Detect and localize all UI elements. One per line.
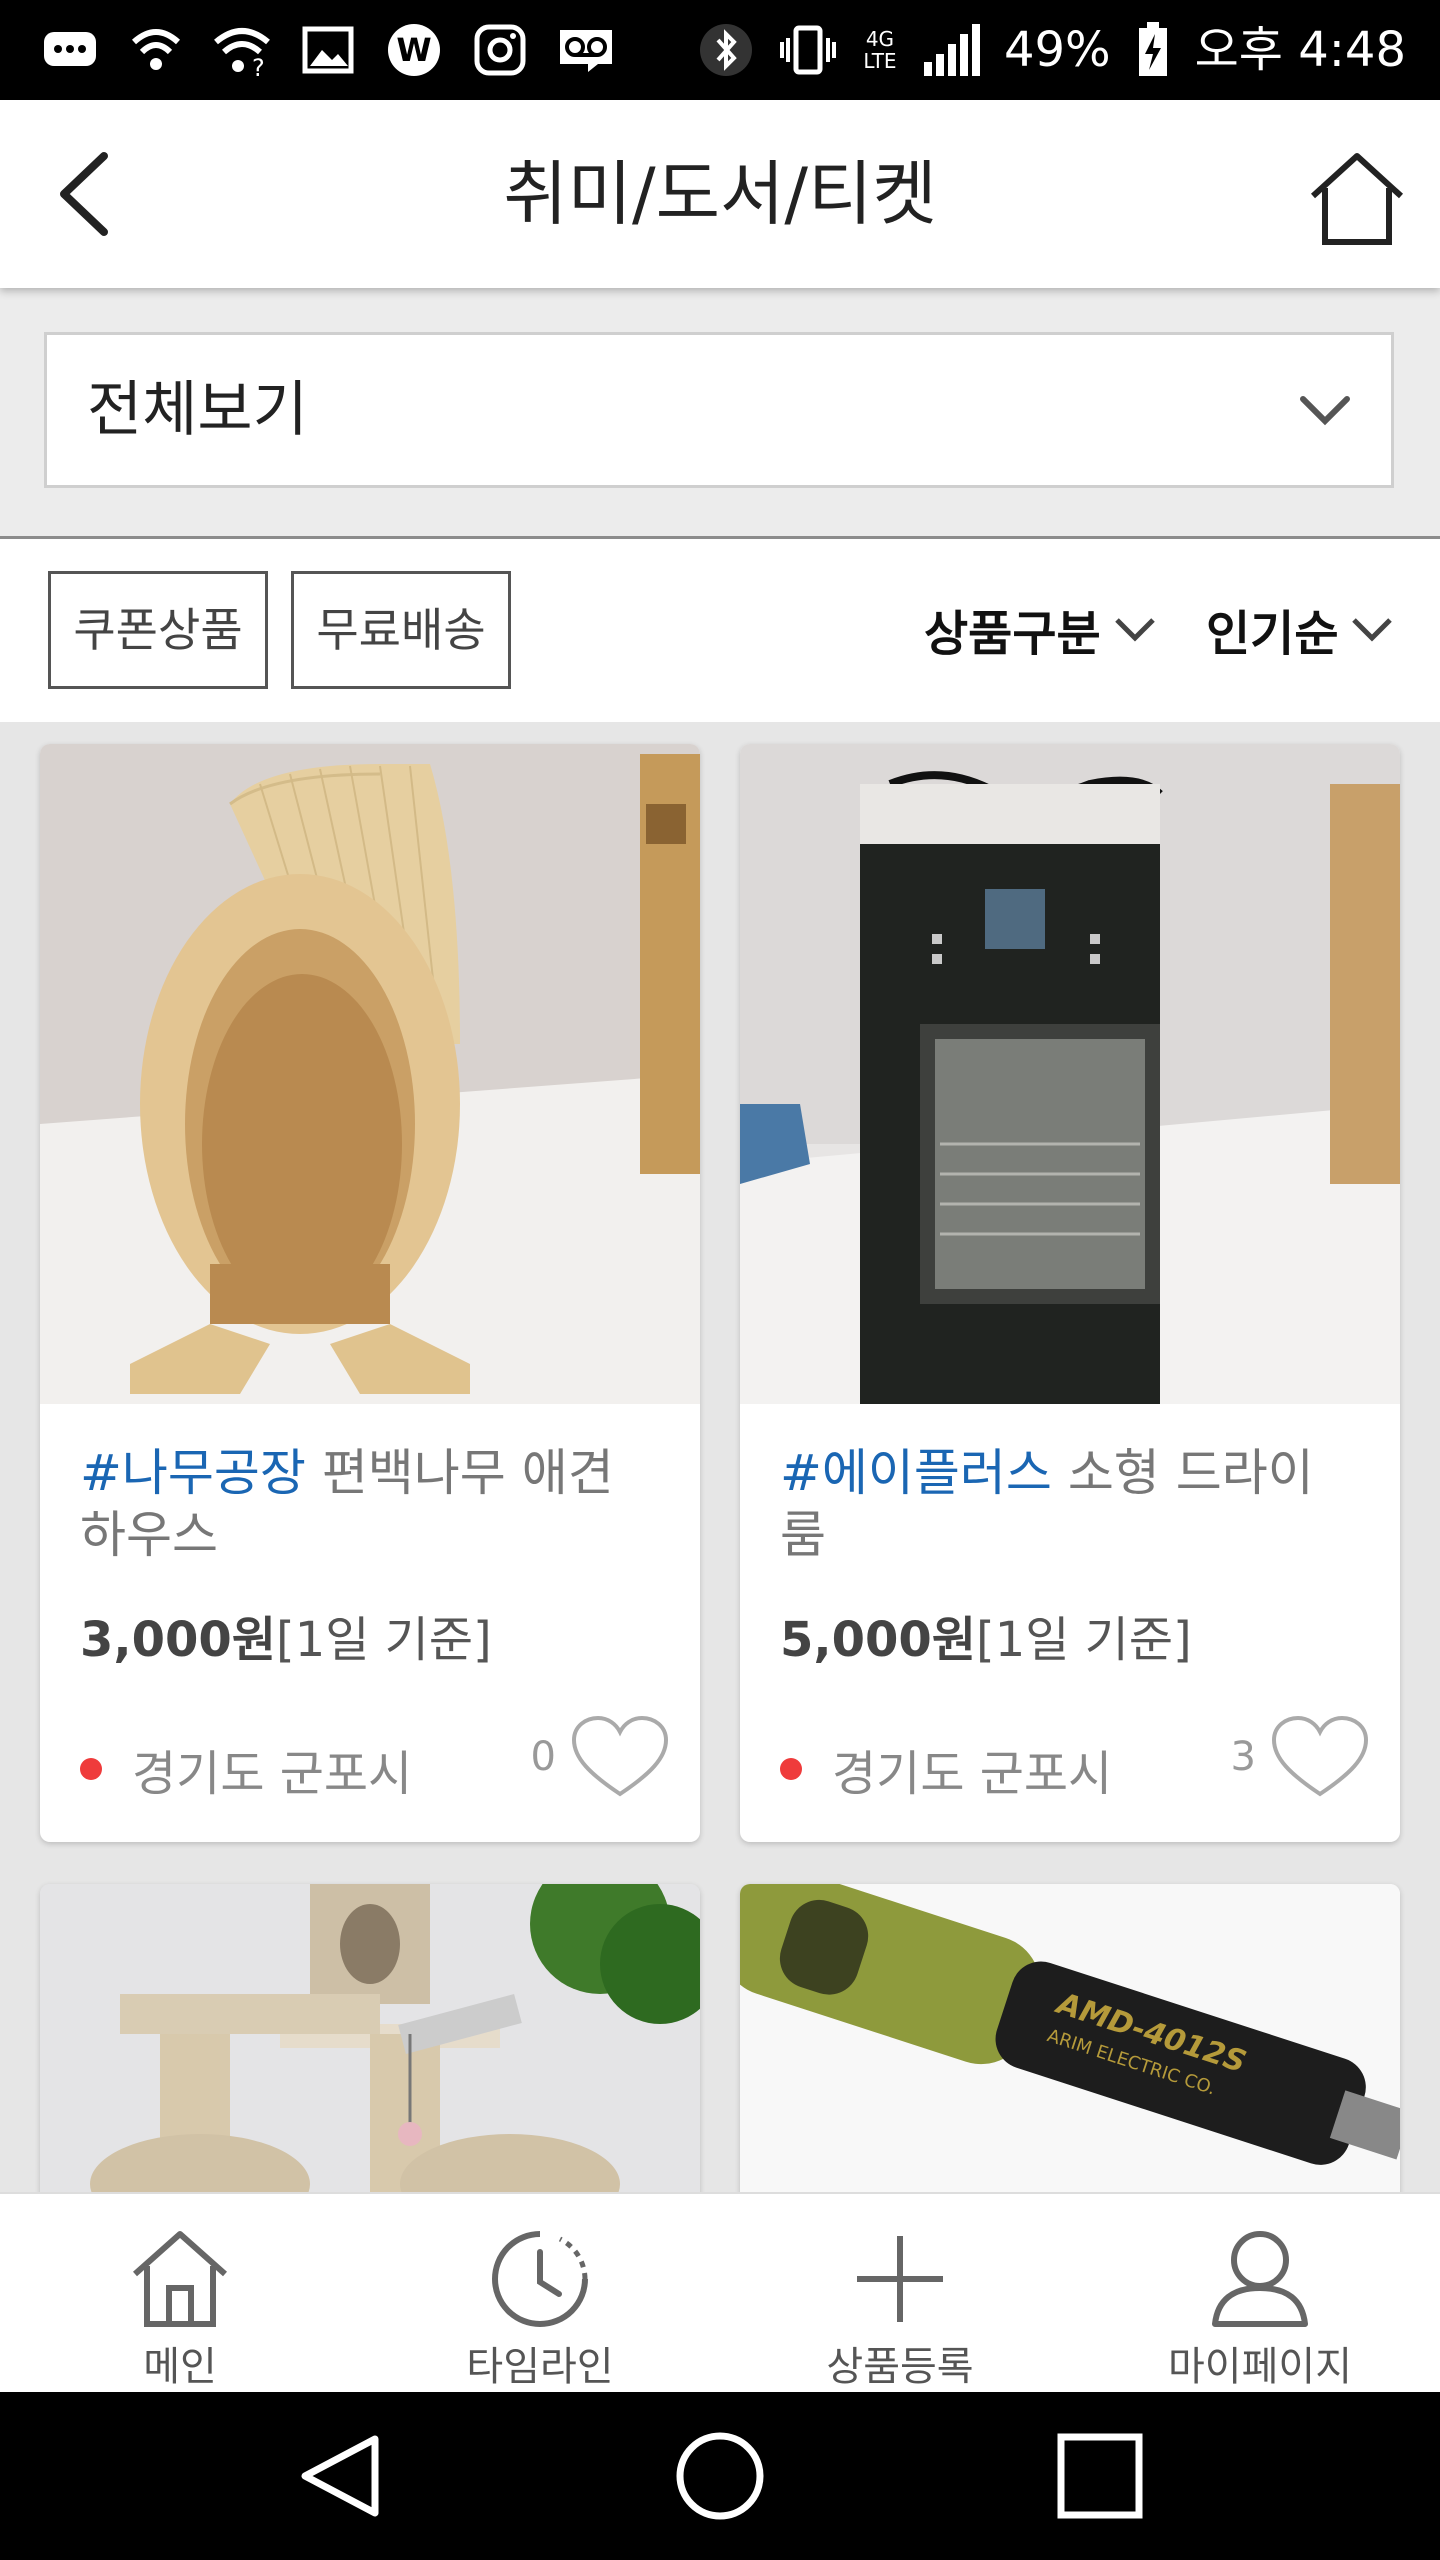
system-back-button[interactable] [290,2426,390,2526]
nav-mypage-label: 마이페이지 [1168,2344,1352,2390]
product-card[interactable] [40,1884,700,2192]
sort-order-dropdown[interactable]: 인기순 [1206,589,1394,669]
messenger-icon [40,20,100,80]
product-image [40,744,700,1404]
product-image [740,744,1400,1404]
wifi-question-icon: ? [212,20,272,80]
nav-register-label: 상품등록 [826,2344,974,2390]
nav-main-label: 메인 [143,2344,217,2390]
network-type: 4G LTE [863,27,897,73]
timeline-clock-icon [492,2231,588,2327]
seller-tag[interactable]: #에이플러스 [780,1444,1052,1502]
category-select-value: 전체보기 [87,375,308,445]
product-title: #나무공장 편백나무 애견하우스 [80,1442,640,1566]
gallery-icon [298,20,358,80]
free-shipping-chip[interactable]: 무료배송 [291,571,511,689]
heart-icon[interactable] [1270,1714,1370,1800]
sort-order-label: 인기순 [1206,606,1339,662]
instagram-icon [470,20,530,80]
square-recents-icon [1057,2433,1143,2519]
nav-timeline[interactable]: 타임라인 [360,2194,720,2394]
home-button[interactable] [1302,144,1412,254]
voicemail-icon [556,20,616,80]
product-card[interactable]: #에이플러스 소형 드라이룸 5,000원[1일 기준] 경기도 군포시 3 [740,744,1400,1842]
location-dot-icon [80,1758,102,1780]
bottom-navigation: 메인 타임라인 상품등록 마이페이지 [0,2192,1440,2394]
product-image [40,1884,700,2192]
price-unit: [1일 기준] [976,1612,1192,1668]
coupon-products-chip[interactable]: 쿠폰상품 [48,571,268,689]
nav-mypage[interactable]: 마이페이지 [1080,2194,1440,2394]
product-card[interactable]: AMD-4012S ARIM ELECTRIC CO. [740,1884,1400,2192]
product-grid: #나무공장 편백나무 애견하우스 3,000원[1일 기준] 경기도 군포시 0 [0,722,1440,2192]
filter-bar: 쿠폰상품 무료배송 상품구분 인기순 [0,539,1440,722]
svg-text:W: W [396,31,431,69]
wifi-calling-icon [126,20,186,80]
product-card[interactable]: #나무공장 편백나무 애견하우스 3,000원[1일 기준] 경기도 군포시 0 [40,744,700,1842]
status-bar: ? W 4G LTE 49% 오후 4:48 [0,0,1440,100]
price-value: 5,000원 [780,1612,976,1668]
user-icon [1212,2231,1308,2327]
system-home-button[interactable] [670,2426,770,2526]
location-text: 경기도 군포시 [132,1746,413,1802]
nav-main[interactable]: 메인 [0,2194,360,2394]
system-navigation-bar [0,2392,1440,2560]
product-type-dropdown[interactable]: 상품구분 [924,589,1157,669]
heart-icon[interactable] [570,1714,670,1800]
chevron-down-icon [1300,396,1350,426]
like-count: 3 [1230,1734,1256,1780]
circle-home-icon [676,2432,764,2520]
triangle-back-icon [301,2435,379,2517]
product-info: #에이플러스 소형 드라이룸 5,000원[1일 기준] 경기도 군포시 3 [740,1404,1400,1842]
product-title: #에이플러스 소형 드라이룸 [780,1442,1340,1566]
product-price: 3,000원[1일 기준] [80,1600,492,1670]
w-app-icon: W [384,20,444,80]
like-area: 0 [531,1714,670,1800]
product-info: #나무공장 편백나무 애견하우스 3,000원[1일 기준] 경기도 군포시 0 [40,1404,700,1842]
product-location: 경기도 군포시 [780,1734,1112,1804]
home-icon [1310,153,1404,245]
system-recents-button[interactable] [1050,2426,1150,2526]
price-value: 3,000원 [80,1612,276,1668]
product-image: AMD-4012S ARIM ELECTRIC CO. [740,1884,1400,2192]
status-right-icons: 4G LTE 49% 오후 4:48 [696,0,1406,100]
app-header: 취미/도서/티켓 [0,100,1440,288]
clock: 오후 4:48 [1194,22,1406,78]
nav-register[interactable]: 상품등록 [720,2194,1080,2394]
location-text: 경기도 군포시 [832,1746,1113,1802]
chevron-down-icon [1352,618,1393,642]
chevron-down-icon [1114,618,1155,642]
home-icon [133,2231,227,2327]
product-type-label: 상품구분 [924,606,1101,662]
like-count: 0 [530,1734,556,1780]
category-filter-area: 전체보기 [0,288,1440,539]
location-dot-icon [780,1758,802,1780]
plus-icon [857,2236,943,2322]
category-select[interactable]: 전체보기 [44,332,1394,488]
seller-tag[interactable]: #나무공장 [80,1444,306,1502]
bluetooth-icon [696,20,756,80]
product-location: 경기도 군포시 [80,1734,412,1804]
battery-charging-icon [1133,20,1173,80]
price-unit: [1일 기준] [276,1612,492,1668]
signal-icon [922,20,982,80]
status-left-icons: ? W [40,0,616,100]
svg-text:?: ? [252,54,265,78]
nav-timeline-label: 타임라인 [466,2344,614,2390]
page-title: 취미/도서/티켓 [503,153,937,235]
product-price: 5,000원[1일 기준] [780,1600,1192,1670]
battery-percent: 49% [1003,22,1111,78]
vibrate-icon [778,20,838,80]
like-area: 3 [1231,1714,1370,1800]
